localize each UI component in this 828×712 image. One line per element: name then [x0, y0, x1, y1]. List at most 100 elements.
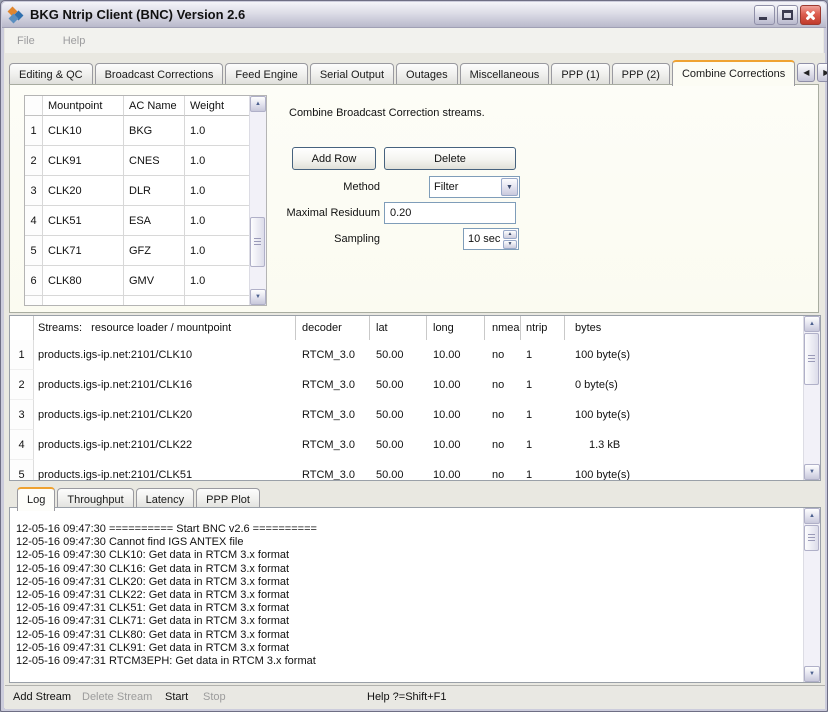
scroll-up-button[interactable]: ▲: [250, 96, 266, 112]
combine-mountpoints-table[interactable]: Mountpoint AC Name Weight 1 CLK10 BKG 1.…: [24, 95, 267, 306]
log-panel[interactable]: 12-05-16 09:47:30 ========== Start BNC v…: [9, 507, 821, 683]
thumb-grip-icon: [808, 355, 815, 363]
arrow-up-icon: ▲: [809, 513, 815, 519]
scrollbar-track[interactable]: [250, 112, 266, 289]
maximal-residuum-field[interactable]: 0.20: [384, 202, 516, 224]
method-value: Filter: [430, 181, 501, 193]
main-area: Editing & QC Broadcast Corrections Feed …: [5, 53, 825, 709]
table-header-row: Mountpoint AC Name Weight: [25, 96, 249, 116]
col-header-nmea[interactable]: nmea: [485, 316, 521, 340]
bnc-window: BKG Ntrip Client (BNC) Version 2.6 File …: [0, 0, 828, 712]
scrollbar-thumb[interactable]: [804, 333, 819, 385]
streams-header-row: Streams: resource loader / mountpoint de…: [10, 316, 803, 340]
bnc-app-icon: [7, 7, 25, 23]
maximal-residuum-label: Maximal Residuum: [10, 207, 380, 219]
add-stream-button[interactable]: Add Stream: [13, 691, 71, 703]
scroll-down-button[interactable]: ▼: [250, 289, 266, 305]
col-header-bytes[interactable]: bytes: [565, 316, 803, 340]
stream-row[interactable]: 3 products.igs-ip.net:2101/CLK20 RTCM_3.…: [10, 400, 803, 430]
table-row[interactable]: 1 CLK10 BKG 1.0: [25, 116, 249, 146]
menubar: File Help: [5, 28, 823, 53]
table-row[interactable]: 6 CLK80 GMV 1.0: [25, 266, 249, 296]
scroll-down-button[interactable]: ▼: [804, 464, 820, 480]
log-line: 12-05-16 09:47:30 CLK10: Get data in RTC…: [16, 549, 797, 562]
combo-dropdown-button[interactable]: ▼: [501, 178, 518, 196]
col-header-lat[interactable]: lat: [370, 316, 427, 340]
help-shortcut-label: Help ?=Shift+F1: [367, 691, 447, 703]
spin-up-button[interactable]: ▲: [503, 230, 517, 239]
tab-miscellaneous[interactable]: Miscellaneous: [460, 63, 550, 85]
tab-ppp-2[interactable]: PPP (2): [612, 63, 670, 85]
scroll-up-button[interactable]: ▲: [804, 316, 820, 332]
stop-button[interactable]: Stop: [203, 691, 226, 703]
top-tab-bar: Editing & QC Broadcast Corrections Feed …: [9, 58, 821, 85]
col-header-ntrip[interactable]: ntrip: [521, 316, 565, 340]
tab-scroll-right-button[interactable]: ▶: [817, 63, 828, 82]
tab-log[interactable]: Log: [17, 487, 55, 511]
stream-row[interactable]: 1 products.igs-ip.net:2101/CLK10 RTCM_3.…: [10, 340, 803, 370]
spin-down-button[interactable]: ▼: [503, 240, 517, 249]
table-row[interactable]: 2 CLK91 CNES 1.0: [25, 146, 249, 176]
window-title: BKG Ntrip Client (BNC) Version 2.6: [30, 7, 754, 22]
delete-button[interactable]: Delete: [384, 147, 516, 170]
log-line: 12-05-16 09:47:30 CLK16: Get data in RTC…: [16, 563, 797, 576]
arrow-up-icon: ▲: [255, 101, 261, 107]
arrow-right-icon: ▶: [823, 68, 828, 77]
tab-broadcast-corrections[interactable]: Broadcast Corrections: [95, 63, 224, 85]
minimize-icon: [759, 17, 767, 20]
sampling-value: 10 sec: [464, 233, 503, 245]
stream-row[interactable]: 5 products.igs-ip.net:2101/CLK51 RTCM_3.…: [10, 460, 803, 480]
scroll-down-button[interactable]: ▼: [804, 666, 820, 682]
titlebar[interactable]: BKG Ntrip Client (BNC) Version 2.6: [2, 2, 826, 28]
combine-corrections-panel: Mountpoint AC Name Weight 1 CLK10 BKG 1.…: [9, 84, 819, 313]
arrow-down-icon: ▼: [809, 469, 815, 475]
log-line: 12-05-16 09:47:31 RTCM3EPH: Get data in …: [16, 655, 797, 668]
log-line: 12-05-16 09:47:30 ========== Start BNC v…: [16, 523, 797, 536]
spin-down-icon: ▼: [508, 241, 513, 247]
arrow-down-icon: ▼: [255, 294, 261, 300]
col-header-decoder[interactable]: decoder: [296, 316, 370, 340]
thumb-grip-icon: [808, 534, 815, 542]
menu-help[interactable]: Help: [61, 33, 88, 49]
col-header-long[interactable]: long: [427, 316, 485, 340]
col-header-ac-name[interactable]: AC Name: [124, 96, 185, 116]
tab-feed-engine[interactable]: Feed Engine: [225, 63, 307, 85]
stream-row[interactable]: 4 products.igs-ip.net:2101/CLK22 RTCM_3.…: [10, 430, 803, 460]
weights-table-scrollbar[interactable]: ▲ ▼: [249, 96, 266, 305]
scrollbar-track[interactable]: [804, 524, 820, 666]
col-header-weight[interactable]: Weight: [185, 96, 249, 116]
log-scrollbar[interactable]: ▲ ▼: [803, 508, 820, 682]
log-line: 12-05-16 09:47:31 CLK51: Get data in RTC…: [16, 602, 797, 615]
scroll-up-button[interactable]: ▲: [804, 508, 820, 524]
streams-scrollbar[interactable]: ▲ ▼: [803, 316, 820, 480]
tab-combine-corrections[interactable]: Combine Corrections: [672, 60, 795, 86]
sampling-spinner[interactable]: 10 sec ▲ ▼: [463, 228, 519, 250]
close-button[interactable]: [800, 5, 821, 25]
delete-stream-button[interactable]: Delete Stream: [82, 691, 152, 703]
col-header-mountpoint[interactable]: Mountpoint: [43, 96, 124, 116]
tab-serial-output[interactable]: Serial Output: [310, 63, 394, 85]
minimize-button[interactable]: [754, 5, 775, 25]
start-button[interactable]: Start: [165, 691, 188, 703]
sampling-label: Sampling: [10, 233, 380, 245]
log-text: 12-05-16 09:47:30 ========== Start BNC v…: [10, 508, 803, 682]
col-header-streams[interactable]: Streams: resource loader / mountpoint: [34, 316, 296, 340]
tab-ppp-1[interactable]: PPP (1): [551, 63, 609, 85]
add-row-button[interactable]: Add Row: [292, 147, 376, 170]
tab-scroll-left-button[interactable]: ◀: [797, 63, 815, 82]
tab-editing-qc[interactable]: Editing & QC: [9, 63, 93, 85]
streams-table[interactable]: Streams: resource loader / mountpoint de…: [9, 315, 821, 481]
stream-row[interactable]: 2 products.igs-ip.net:2101/CLK16 RTCM_3.…: [10, 370, 803, 400]
scrollbar-track[interactable]: [804, 332, 820, 464]
table-row-empty[interactable]: [25, 296, 249, 305]
menu-file[interactable]: File: [15, 33, 37, 49]
log-line: 12-05-16 09:47:30 Cannot find IGS ANTEX …: [16, 536, 797, 549]
maximize-button[interactable]: [777, 5, 798, 25]
log-line: 12-05-16 09:47:31 CLK91: Get data in RTC…: [16, 642, 797, 655]
chevron-down-icon: ▼: [506, 184, 513, 191]
method-label: Method: [10, 181, 380, 193]
scrollbar-thumb[interactable]: [804, 525, 819, 551]
tab-outages[interactable]: Outages: [396, 63, 458, 85]
method-combobox[interactable]: Filter ▼: [429, 176, 520, 198]
combine-description: Combine Broadcast Correction streams.: [289, 107, 485, 119]
